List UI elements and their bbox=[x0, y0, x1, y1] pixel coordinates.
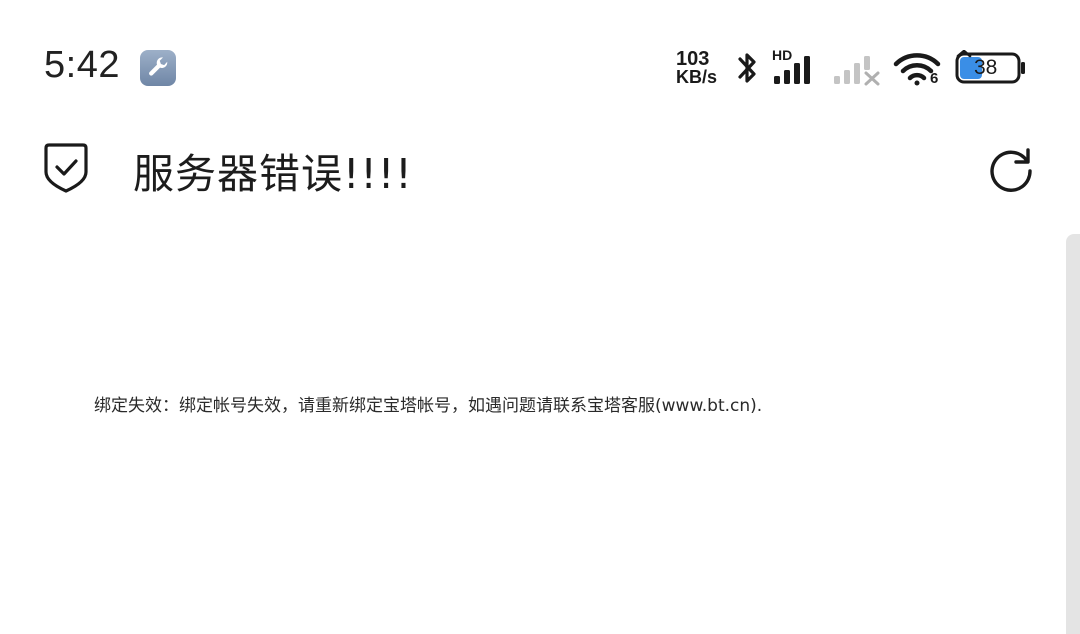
battery-level: 38 bbox=[974, 56, 998, 79]
wrench-icon bbox=[140, 50, 176, 86]
shield-check-icon bbox=[42, 142, 90, 198]
page-title: 服务器错误!!!! bbox=[133, 150, 413, 198]
network-speed-unit: KB/s bbox=[676, 67, 718, 87]
refresh-button[interactable] bbox=[986, 144, 1036, 198]
signal-icon: HD bbox=[770, 47, 824, 92]
refresh-icon bbox=[990, 148, 1032, 192]
wifi-generation-label: 6 bbox=[930, 70, 939, 87]
bluetooth-icon bbox=[734, 48, 760, 92]
signal-hd-label: HD bbox=[772, 47, 793, 63]
app-header: 服务器错误!!!! bbox=[0, 130, 1080, 210]
scrollbar[interactable] bbox=[1066, 234, 1080, 634]
error-message: 绑定失效：绑定帐号失效，请重新绑定宝塔帐号，如遇问题请联系宝塔客服(www.bt… bbox=[94, 396, 763, 416]
battery-icon: 38 bbox=[954, 49, 1028, 90]
network-speed-value: 103 bbox=[676, 48, 710, 70]
wifi-icon: 6 bbox=[892, 48, 944, 92]
status-bar: 5:42 103 KB/s HD 6 38 bbox=[0, 0, 1080, 120]
network-speed: 103 KB/s bbox=[676, 48, 726, 87]
status-time: 5:42 bbox=[44, 44, 120, 86]
signal-off-icon bbox=[830, 48, 884, 92]
